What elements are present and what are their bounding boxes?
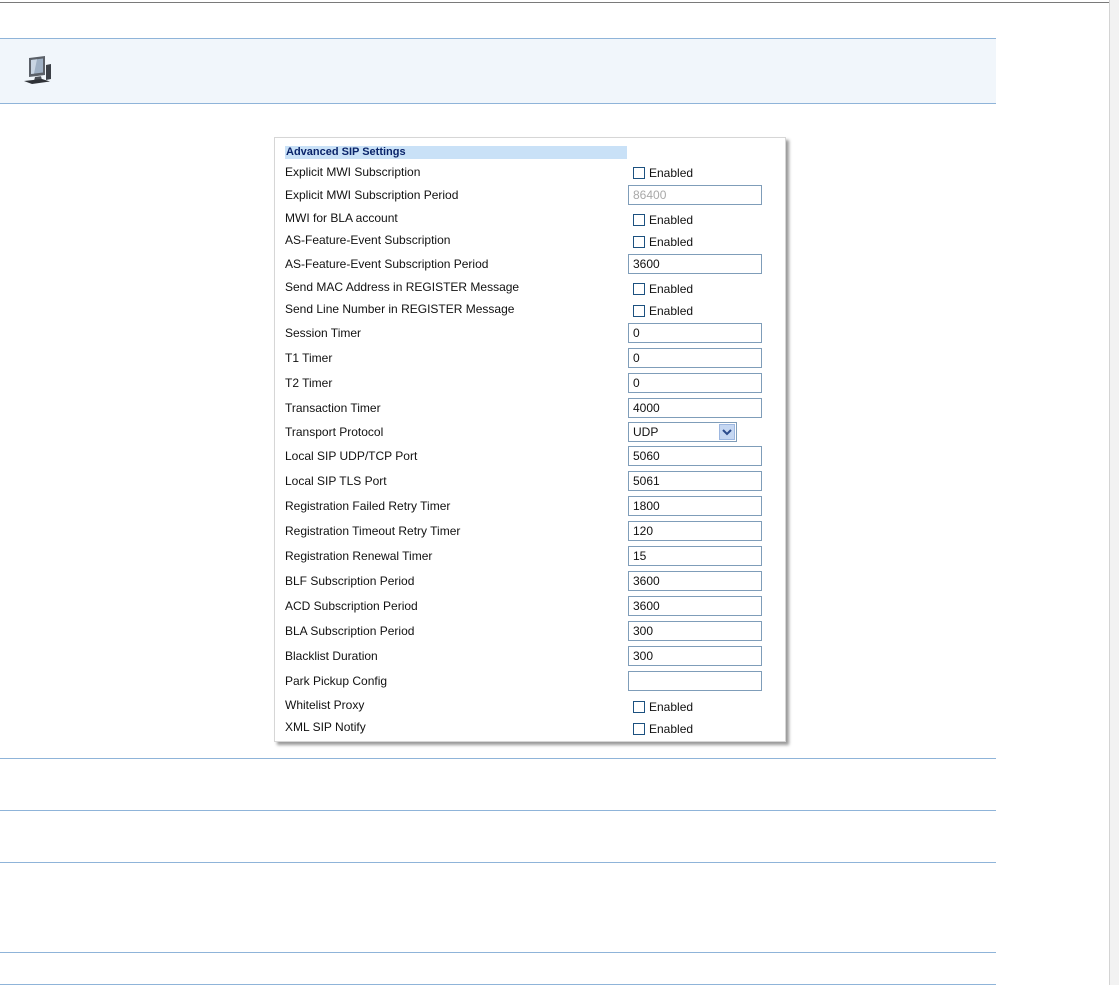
send-line-number-toggle[interactable]: Enabled xyxy=(633,304,693,318)
table-divider xyxy=(0,810,996,811)
whitelist-proxy-checkbox[interactable] xyxy=(633,701,645,713)
checkbox-label: Enabled xyxy=(649,166,694,180)
chevron-down-icon[interactable] xyxy=(719,424,735,440)
row-label-t1-timer: T1 Timer xyxy=(285,351,333,365)
acd-subscription-period-field[interactable]: 3600 xyxy=(628,596,762,616)
local-sip-udp-tcp-port-field[interactable]: 5060 xyxy=(628,446,762,466)
row-label-as-feature-event-subscription-period: AS-Feature-Event Subscription Period xyxy=(285,257,489,271)
row-label-acd-subscription-period: ACD Subscription Period xyxy=(285,599,418,613)
checkbox-label: Enabled xyxy=(649,213,694,227)
transaction-timer-field[interactable]: 4000 xyxy=(628,398,762,418)
transport-protocol-select[interactable]: UDP xyxy=(628,422,737,442)
explicit-mwi-subscription-checkbox[interactable] xyxy=(633,167,645,179)
row-label-explicit-mwi-subscription: Explicit MWI Subscription xyxy=(285,165,421,179)
xml-sip-notify-checkbox[interactable] xyxy=(633,723,645,735)
row-label-as-feature-event-subscription: AS-Feature-Event Subscription xyxy=(285,233,451,247)
top-rule xyxy=(0,2,1119,3)
row-label-park-pickup-config: Park Pickup Config xyxy=(285,674,388,688)
row-label-registration-timeout-retry-timer: Registration Timeout Retry Timer xyxy=(285,524,461,538)
advanced-sip-settings-panel: Advanced SIP Settings Explicit MWI Subsc… xyxy=(274,137,786,742)
row-label-bla-subscription-period: BLA Subscription Period xyxy=(285,624,415,638)
t2-timer-field[interactable]: 0 xyxy=(628,373,762,393)
send-mac-address-toggle[interactable]: Enabled xyxy=(633,282,693,296)
row-label-transport-protocol: Transport Protocol xyxy=(285,425,384,439)
row-label-local-sip-tls-port: Local SIP TLS Port xyxy=(285,474,387,488)
row-label-send-mac-address: Send MAC Address in REGISTER Message xyxy=(285,280,520,294)
row-label-registration-failed-retry-timer: Registration Failed Retry Timer xyxy=(285,499,451,513)
checkbox-label: Enabled xyxy=(649,722,694,736)
send-mac-address-checkbox[interactable] xyxy=(633,283,645,295)
blf-subscription-period-field[interactable]: 3600 xyxy=(628,571,762,591)
row-label-blf-subscription-period: BLF Subscription Period xyxy=(285,574,415,588)
registration-failed-retry-timer-field[interactable]: 1800 xyxy=(628,496,762,516)
as-feature-event-subscription-toggle[interactable]: Enabled xyxy=(633,235,693,249)
row-label-transaction-timer: Transaction Timer xyxy=(285,401,381,415)
whitelist-proxy-toggle[interactable]: Enabled xyxy=(633,700,693,714)
checkbox-label: Enabled xyxy=(649,700,694,714)
registration-renewal-timer-field[interactable]: 15 xyxy=(628,546,762,566)
explicit-mwi-subscription-period-field[interactable]: 86400 xyxy=(628,185,762,205)
row-label-xml-sip-notify: XML SIP Notify xyxy=(285,720,366,734)
send-line-number-checkbox[interactable] xyxy=(633,305,645,317)
row-label-blacklist-duration: Blacklist Duration xyxy=(285,649,378,663)
local-sip-tls-port-field[interactable]: 5061 xyxy=(628,471,762,491)
blacklist-duration-field[interactable]: 300 xyxy=(628,646,762,666)
row-label-registration-renewal-timer: Registration Renewal Timer xyxy=(285,549,433,563)
scrollbar[interactable] xyxy=(1109,0,1119,985)
row-label-mwi-for-bla-account: MWI for BLA account xyxy=(285,211,398,225)
computer-workstation-icon xyxy=(24,56,51,84)
row-label-local-sip-udp-tcp-port: Local SIP UDP/TCP Port xyxy=(285,449,418,463)
row-label-send-line-number: Send Line Number in REGISTER Message xyxy=(285,302,515,316)
table-divider xyxy=(0,862,996,863)
table-divider xyxy=(0,952,996,953)
row-label-whitelist-proxy: Whitelist Proxy xyxy=(285,698,365,712)
as-feature-event-subscription-period-field[interactable]: 3600 xyxy=(628,254,762,274)
transport-protocol-value: UDP xyxy=(633,425,659,439)
as-feature-event-subscription-checkbox[interactable] xyxy=(633,236,645,248)
park-pickup-config-field[interactable] xyxy=(628,671,762,691)
xml-sip-notify-toggle[interactable]: Enabled xyxy=(633,722,693,736)
row-label-session-timer: Session Timer xyxy=(285,326,362,340)
t1-timer-field[interactable]: 0 xyxy=(628,348,762,368)
checkbox-label: Enabled xyxy=(649,282,694,296)
checkbox-label: Enabled xyxy=(649,235,694,249)
explicit-mwi-subscription-toggle[interactable]: Enabled xyxy=(633,166,693,180)
session-timer-field[interactable]: 0 xyxy=(628,323,762,343)
mwi-for-bla-account-checkbox[interactable] xyxy=(633,214,645,226)
row-label-t2-timer: T2 Timer xyxy=(285,376,333,390)
checkbox-label: Enabled xyxy=(649,304,694,318)
bla-subscription-period-field[interactable]: 300 xyxy=(628,621,762,641)
note-banner xyxy=(0,38,996,104)
section-title: Advanced SIP Settings xyxy=(285,146,627,159)
row-label-explicit-mwi-subscription-period: Explicit MWI Subscription Period xyxy=(285,188,459,202)
registration-timeout-retry-timer-field[interactable]: 120 xyxy=(628,521,762,541)
table-divider xyxy=(0,758,996,759)
mwi-for-bla-account-toggle[interactable]: Enabled xyxy=(633,213,693,227)
